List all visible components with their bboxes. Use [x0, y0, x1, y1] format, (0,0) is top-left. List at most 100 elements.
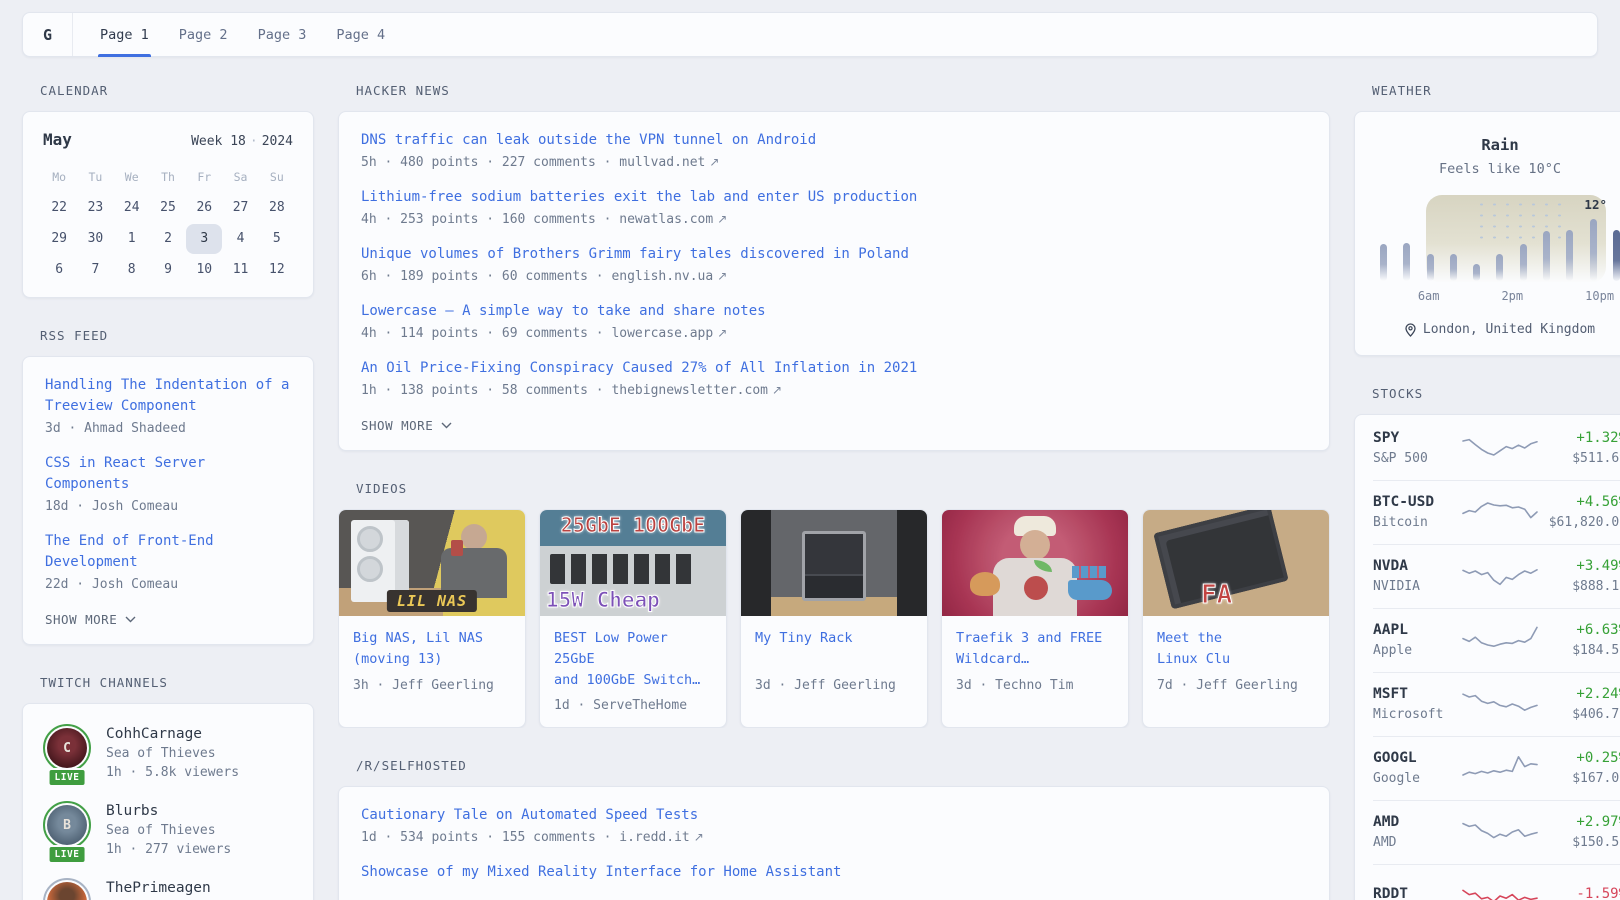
video-thumbnail[interactable]: 25GbE 100GbE 15W Cheap — [540, 510, 726, 616]
stock-change: +3.49% — [1544, 558, 1620, 574]
external-link-icon[interactable]: ↗ — [717, 212, 727, 226]
video-title-line: Traefik 3 and FREE — [956, 628, 1114, 649]
calendar-week-indicator: Week 18·2024 — [191, 134, 293, 149]
stock-name: Google — [1373, 771, 1456, 786]
external-link-icon[interactable]: ↗ — [772, 383, 782, 397]
calendar-day: 6 — [41, 255, 77, 285]
thumbnail-art — [1020, 530, 1050, 560]
stock-symbol: MSFT — [1373, 686, 1456, 702]
thumbnail-art — [802, 531, 866, 601]
video-thumbnail[interactable]: LIL NAS — [339, 510, 525, 616]
calendar-day: 29 — [41, 224, 77, 254]
stock-values: +0.25%$167.03 — [1544, 750, 1620, 786]
hn-item: An Oil Price-Fixing Conspiracy Caused 27… — [361, 358, 1307, 398]
video-title[interactable]: My Tiny Rack — [755, 628, 913, 671]
stock-change: +0.25% — [1544, 750, 1620, 766]
twitch-channel-name[interactable]: CohhCarnage — [106, 724, 239, 742]
hn-item-title[interactable]: Lithium-free sodium batteries exit the l… — [361, 187, 1307, 208]
external-link-icon[interactable]: ↗ — [717, 269, 727, 283]
external-link-icon[interactable]: ↗ — [709, 155, 719, 169]
hn-item-title[interactable]: DNS traffic can leak outside the VPN tun… — [361, 130, 1307, 151]
stock-price: $61,820.02 — [1544, 515, 1620, 530]
stock-sparkline — [1460, 621, 1540, 659]
hn-item-title[interactable]: Lowercase – A simple way to take and sha… — [361, 301, 1307, 322]
twitch-channel-name[interactable]: Blurbs — [106, 801, 231, 819]
right-column: WEATHER Rain Feels like 10°C — [1354, 83, 1620, 900]
calendar-header: May Week 18·2024 — [41, 128, 295, 161]
twitch-channel-row: B LIVE Blurbs Sea of Thieves 1h · 277 vi… — [43, 801, 293, 857]
hn-item-title[interactable]: Unique volumes of Brothers Grimm fairy t… — [361, 244, 1307, 265]
stock-symbol: AAPL — [1373, 622, 1456, 638]
hn-show-more-button[interactable]: SHOW MORE — [361, 418, 452, 433]
weekday-label: Tu — [77, 161, 113, 192]
twitch-channel-game[interactable]: Sea of Thieves — [106, 823, 231, 838]
stock-row[interactable]: RDDT -1.59% — [1373, 864, 1620, 900]
tab-page-4[interactable]: Page 4 — [321, 13, 400, 56]
thumbnail-caption: FA — [1201, 580, 1232, 610]
twitch-channel-game[interactable]: Sea of Thieves — [106, 746, 239, 761]
external-link-icon[interactable]: ↗ — [717, 326, 727, 340]
reddit-item-title[interactable]: Cautionary Tale on Automated Speed Tests — [361, 805, 1307, 826]
center-column: HACKER NEWS DNS traffic can leak outside… — [338, 83, 1330, 900]
stock-row[interactable]: GOOGLGoogle +0.25%$167.03 — [1373, 736, 1620, 800]
video-title[interactable]: Traefik 3 and FREE Wildcard… — [956, 628, 1114, 671]
weekday-label: Sa — [222, 161, 258, 192]
calendar-day: 30 — [77, 224, 113, 254]
stock-id: AMDAMD — [1373, 814, 1456, 850]
video-thumbnail[interactable] — [741, 510, 927, 616]
stocks-card: SPYS&P 500 +1.32%$511.69 BTC-USDBitcoin … — [1354, 414, 1620, 900]
video-thumbnail[interactable] — [942, 510, 1128, 616]
tab-page-2[interactable]: Page 2 — [164, 13, 243, 56]
rss-item-title[interactable]: The End of Front-End Development — [45, 531, 291, 573]
thumbnail-art — [550, 554, 692, 584]
thumbnail-art — [1024, 576, 1048, 600]
stock-sparkline — [1460, 877, 1540, 900]
weather-bar — [1590, 219, 1597, 281]
calendar-day: 8 — [114, 255, 150, 285]
stock-row[interactable]: NVDANVIDIA +3.49%$888.12 — [1373, 544, 1620, 608]
weather-feels-like: Feels like 10°C — [1371, 161, 1620, 177]
calendar-day: 4 — [222, 224, 258, 254]
stock-price: $406.76 — [1544, 707, 1620, 722]
video-card: LIL NAS Big NAS, Lil NAS (moving 13) 3h … — [338, 509, 526, 728]
stock-name: S&P 500 — [1373, 451, 1456, 466]
rss-show-more-button[interactable]: SHOW MORE — [45, 612, 136, 627]
thumbnail-art — [357, 556, 383, 582]
weather-section: WEATHER Rain Feels like 10°C — [1354, 83, 1620, 356]
video-title[interactable]: Meet the Linux Clu — [1157, 628, 1315, 671]
video-title[interactable]: Big NAS, Lil NAS (moving 13) — [353, 628, 511, 671]
rss-item-title[interactable]: CSS in React Server Components — [45, 453, 291, 495]
weather-bar — [1566, 230, 1573, 281]
stock-row[interactable]: AAPLApple +6.63%$184.51 — [1373, 608, 1620, 672]
weather-location-text[interactable]: London, United Kingdom — [1423, 322, 1595, 337]
video-card: My Tiny Rack 3d · Jeff Geerling — [740, 509, 928, 728]
stock-row[interactable]: MSFTMicrosoft +2.24%$406.76 — [1373, 672, 1620, 736]
external-link-icon[interactable]: ↗ — [694, 830, 704, 844]
video-title[interactable]: BEST Low Power 25GbE and 100GbE Switch… — [554, 628, 712, 691]
stock-row[interactable]: SPYS&P 500 +1.32%$511.69 — [1373, 417, 1620, 480]
reddit-item-title[interactable]: Showcase of my Mixed Reality Interface f… — [361, 862, 1307, 883]
stock-change: -1.59% — [1544, 886, 1620, 900]
app-logo[interactable]: G — [23, 13, 73, 56]
stock-row[interactable]: BTC-USDBitcoin +4.56%$61,820.02 — [1373, 480, 1620, 544]
twitch-channel-name[interactable]: ThePrimeagen — [106, 878, 211, 896]
left-column: CALENDAR May Week 18·2024 Mo Tu We Th Fr… — [22, 83, 314, 900]
twitch-channel-info: ThePrimeagen — [106, 878, 211, 900]
stock-row[interactable]: AMDAMD +2.97%$150.50 — [1373, 800, 1620, 864]
video-thumbnail[interactable]: FA — [1143, 510, 1329, 616]
tab-page-3[interactable]: Page 3 — [243, 13, 322, 56]
twitch-channel-viewers: 1h · 5.8k viewers — [106, 765, 239, 780]
videos-section: VIDEOS LIL NAS Big N — [338, 481, 1330, 728]
avatar[interactable]: B — [47, 805, 87, 845]
avatar[interactable] — [47, 882, 87, 900]
tab-page-1[interactable]: Page 1 — [85, 13, 164, 56]
videos-section-label: VIDEOS — [356, 481, 1330, 496]
thumbnail-art — [970, 572, 1000, 596]
rss-item-title[interactable]: Handling The Indentation of a Treeview C… — [45, 375, 291, 417]
hn-item-title[interactable]: An Oil Price-Fixing Conspiracy Caused 27… — [361, 358, 1307, 379]
stock-price: $184.51 — [1544, 643, 1620, 658]
stock-price: $150.50 — [1544, 835, 1620, 850]
stock-id: RDDT — [1373, 886, 1456, 900]
weather-bar — [1403, 243, 1410, 281]
avatar[interactable]: C — [47, 728, 87, 768]
